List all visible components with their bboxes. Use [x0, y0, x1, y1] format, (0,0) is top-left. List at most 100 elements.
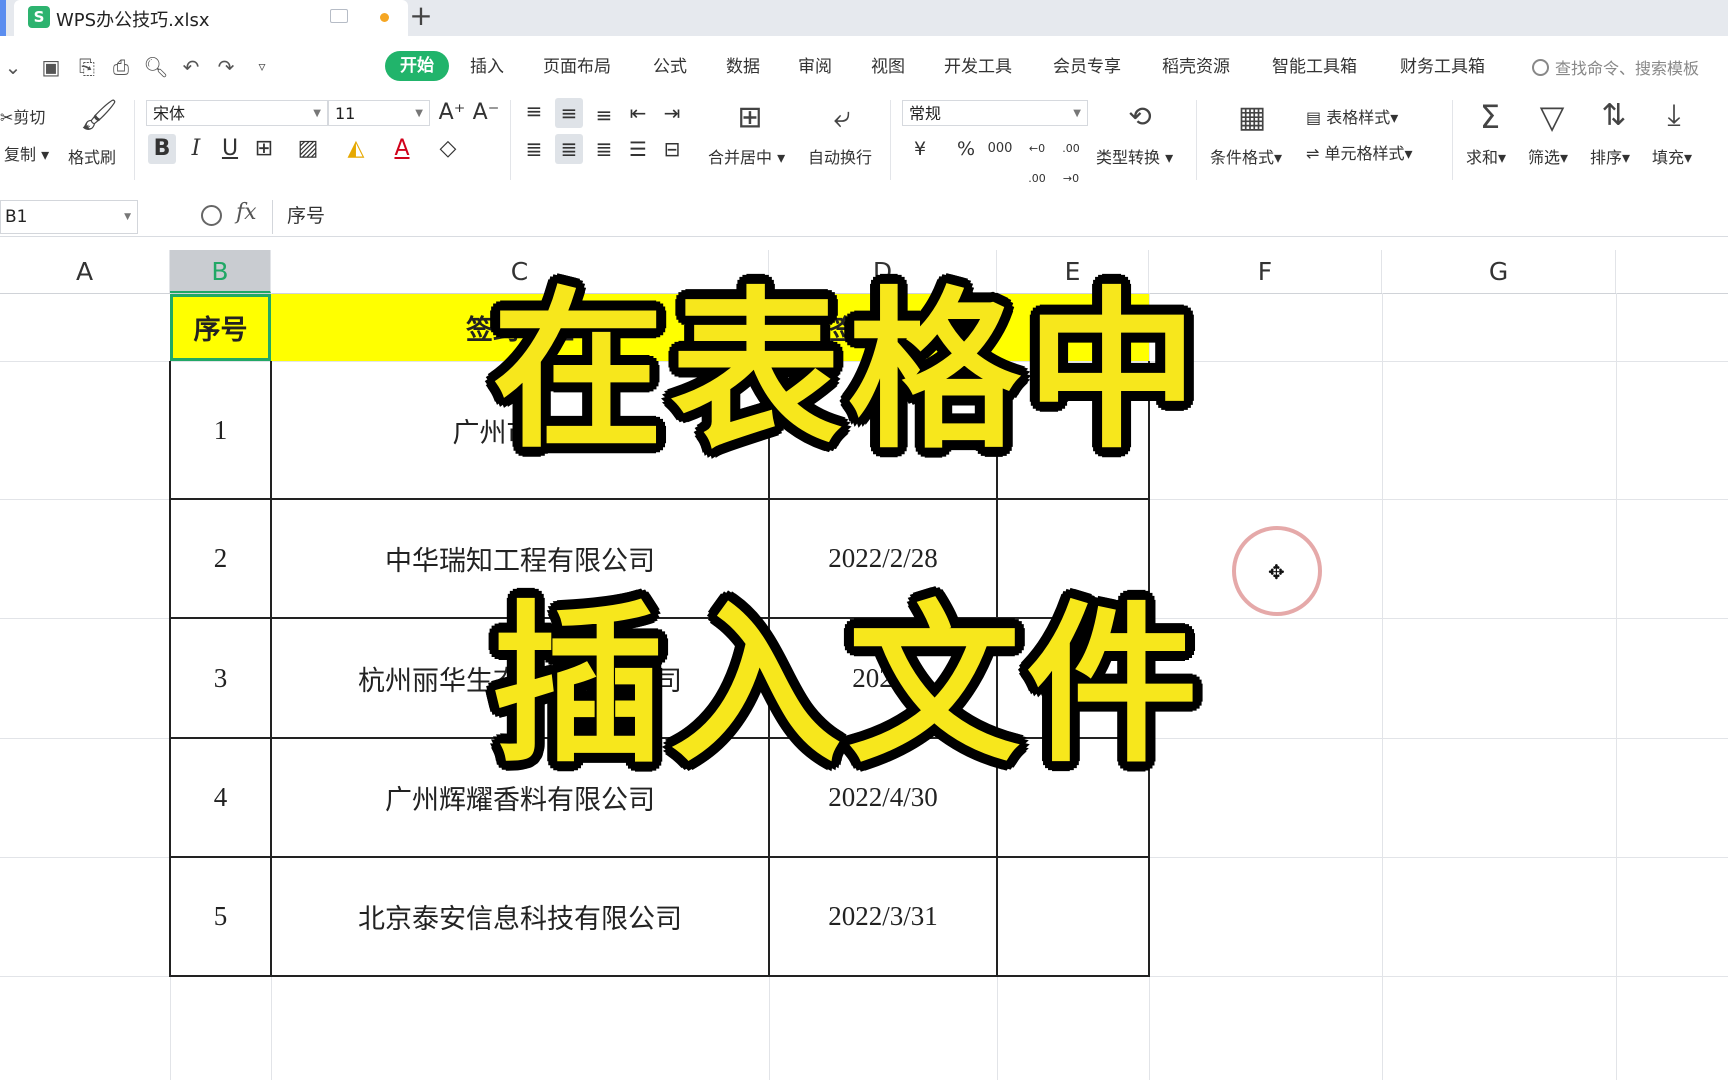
cell-date[interactable]: 2022/3/31: [769, 857, 997, 976]
undo-icon[interactable]: ↶: [178, 54, 204, 80]
export-icon[interactable]: ⎘: [74, 54, 100, 80]
column-header-h[interactable]: [1616, 250, 1728, 293]
menu-data[interactable]: 数据: [726, 56, 760, 78]
filter-button[interactable]: 筛选▾: [1528, 144, 1568, 168]
increase-decimal-icon[interactable]: ←0 .00: [1020, 134, 1054, 185]
redo-icon[interactable]: ↷: [213, 54, 239, 80]
name-box[interactable]: B1 ▼: [0, 200, 138, 234]
column-header-g[interactable]: G: [1382, 250, 1616, 293]
copy-button[interactable]: 复制 ▾: [4, 141, 49, 165]
table-border: [270, 361, 272, 977]
merge-center-button[interactable]: 合并居中 ▾: [708, 144, 785, 168]
fx-icon[interactable]: fx: [236, 200, 257, 225]
header-cell-no[interactable]: 序号: [170, 294, 271, 361]
menu-page-layout[interactable]: 页面布局: [543, 56, 611, 78]
font-size-value: 11: [335, 104, 356, 123]
wrap-text-label[interactable]: 自动换行: [808, 144, 872, 168]
cell-company[interactable]: 北京泰安信息科技有限公司: [271, 857, 769, 976]
eraser-icon[interactable]: ◇: [434, 134, 462, 164]
cell-no[interactable]: 1: [170, 361, 271, 499]
menu-member[interactable]: 会员专享: [1053, 56, 1121, 78]
cell-format-icon[interactable]: ▨: [294, 134, 322, 164]
save-icon[interactable]: ▣: [38, 54, 64, 80]
fill-down-icon[interactable]: ⤓: [1656, 98, 1692, 133]
column-header-a[interactable]: A: [0, 250, 170, 293]
type-convert-label: 类型转换: [1096, 148, 1161, 167]
menu-smart-toolbox[interactable]: 智能工具箱: [1272, 56, 1357, 78]
cell-cursor-icon: ✥: [1268, 560, 1285, 584]
tab-title: WPS办公技巧.xlsx: [56, 10, 210, 31]
align-center-icon[interactable]: ≣: [555, 134, 583, 164]
menu-review[interactable]: 审阅: [798, 56, 832, 78]
type-convert-icon[interactable]: ⟲: [1122, 100, 1158, 133]
document-tab[interactable]: S WPS办公技巧.xlsx: [0, 0, 408, 36]
distributed-icon[interactable]: ⊟: [658, 134, 686, 164]
conditional-format-icon[interactable]: ▦: [1232, 100, 1272, 135]
currency-icon[interactable]: ¥: [906, 134, 934, 164]
cell-no[interactable]: 3: [170, 618, 271, 738]
format-painter-label[interactable]: 格式刷: [68, 144, 116, 168]
conditional-format-button[interactable]: 条件格式▾: [1210, 144, 1282, 168]
italic-icon[interactable]: I: [182, 134, 210, 164]
sum-icon[interactable]: Σ: [1472, 98, 1508, 136]
menu-insert[interactable]: 插入: [470, 56, 504, 78]
table-style-button[interactable]: ▤ 表格样式▾: [1306, 104, 1398, 128]
font-name-select[interactable]: 宋体 ▼: [146, 100, 328, 126]
table-style-label: 表格样式: [1326, 108, 1391, 127]
monitor-icon[interactable]: [330, 9, 348, 23]
print-preview-icon[interactable]: 🔍︎: [143, 54, 169, 80]
font-size-select[interactable]: 11 ▼: [328, 100, 430, 126]
border-icon[interactable]: ⊞: [250, 134, 278, 164]
align-right-icon[interactable]: ≣: [590, 134, 618, 164]
fill-color-icon[interactable]: ◭: [342, 134, 370, 164]
chevron-down-icon[interactable]: ⌄: [0, 54, 26, 80]
search-command[interactable]: 查找命令、搜索模板: [1532, 55, 1699, 79]
menu-view[interactable]: 视图: [871, 56, 905, 78]
menu-finance-toolbox[interactable]: 财务工具箱: [1400, 56, 1485, 78]
unsaved-dot-icon: [380, 13, 389, 22]
sort-button[interactable]: 排序▾: [1590, 144, 1630, 168]
align-middle-icon[interactable]: ≡: [555, 98, 583, 128]
fill-button[interactable]: 填充▾: [1652, 144, 1692, 168]
sort-icon[interactable]: ⇅: [1596, 98, 1632, 133]
filter-icon[interactable]: ▽: [1534, 98, 1570, 136]
align-left-icon[interactable]: ≣: [520, 134, 548, 164]
menu-start[interactable]: 开始: [385, 51, 449, 81]
merge-center-icon[interactable]: ⊞: [730, 100, 770, 135]
menu-formula[interactable]: 公式: [653, 56, 687, 78]
increase-font-icon[interactable]: A⁺: [438, 98, 466, 128]
indent-icon[interactable]: ⇥: [658, 98, 686, 128]
type-convert-button[interactable]: 类型转换 ▾: [1096, 144, 1173, 168]
cell-no[interactable]: 4: [170, 738, 271, 857]
zoom-icon[interactable]: [201, 205, 222, 226]
font-name-value: 宋体: [153, 104, 186, 123]
align-top-icon[interactable]: ≡: [520, 96, 548, 126]
cell-style-button[interactable]: ⇌ 单元格样式▾: [1306, 140, 1413, 164]
customize-arrow-icon[interactable]: ▿: [249, 54, 275, 80]
column-header-b[interactable]: B: [170, 250, 271, 293]
number-format-select[interactable]: 常规 ▼: [902, 100, 1088, 126]
cell-no[interactable]: 2: [170, 499, 271, 618]
font-color-icon[interactable]: A: [388, 134, 416, 164]
percent-icon[interactable]: %: [952, 134, 980, 164]
cell-no[interactable]: 5: [170, 857, 271, 976]
decrease-decimal-icon[interactable]: .00 →0: [1054, 134, 1088, 185]
menu-developer[interactable]: 开发工具: [944, 56, 1012, 78]
decrease-font-icon[interactable]: A⁻: [472, 98, 500, 128]
format-painter-icon[interactable]: 🖌︎: [80, 98, 118, 133]
cut-button[interactable]: ✂剪切: [0, 104, 45, 128]
bold-icon[interactable]: B: [148, 134, 176, 164]
menu-docer[interactable]: 稻壳资源: [1162, 56, 1230, 78]
sum-button[interactable]: 求和▾: [1466, 144, 1506, 168]
divider: [1452, 100, 1453, 180]
new-tab-button[interactable]: +: [408, 0, 434, 34]
formula-input[interactable]: 序号: [272, 200, 1728, 234]
thousands-icon[interactable]: 000: [986, 134, 1014, 164]
print-icon[interactable]: ⎙: [108, 54, 134, 80]
underline-icon[interactable]: U: [216, 134, 244, 164]
align-bottom-icon[interactable]: ≡: [590, 100, 618, 130]
outdent-icon[interactable]: ⇤: [624, 98, 652, 128]
justify-icon[interactable]: ☰: [624, 134, 652, 164]
wrap-text-icon[interactable]: ⤶: [822, 100, 862, 135]
spreadsheet-app-icon: S: [28, 6, 50, 28]
